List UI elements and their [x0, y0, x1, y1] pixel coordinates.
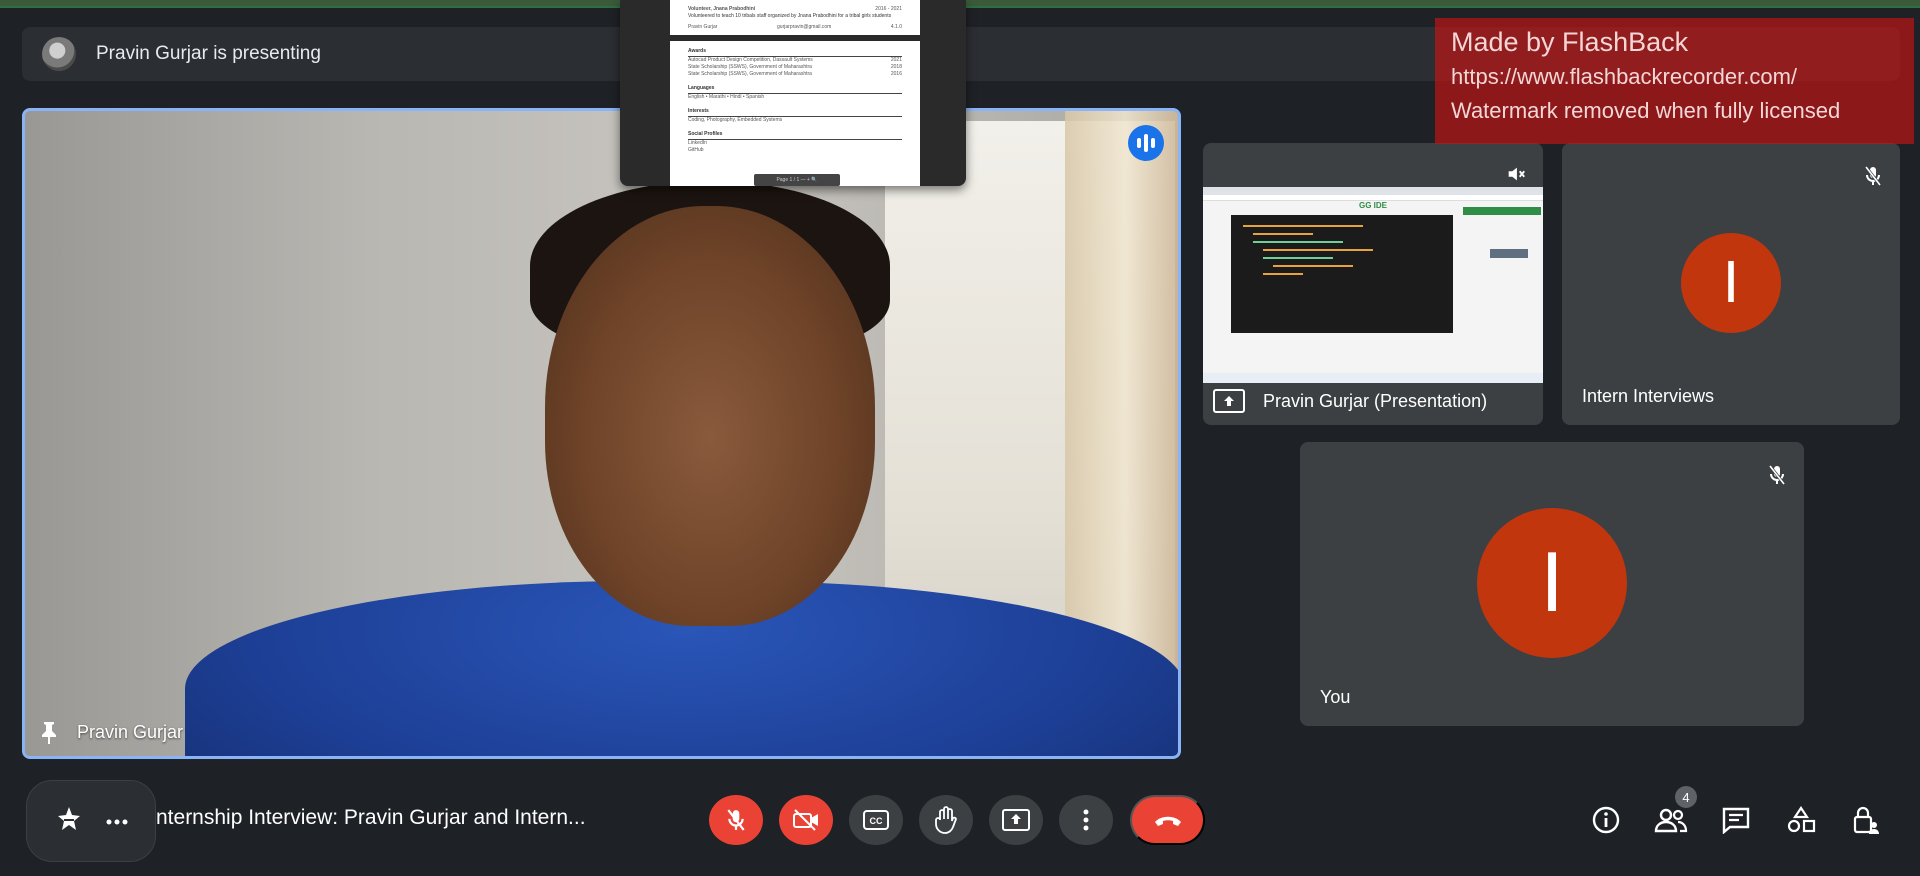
chat-button[interactable] [1716, 800, 1756, 840]
presenting-text: Pravin Gurjar is presenting [96, 43, 321, 64]
more-options-horizontal-icon[interactable] [106, 812, 128, 830]
self-tile-name: You [1320, 687, 1351, 707]
people-button[interactable]: 4 [1651, 786, 1697, 840]
mic-off-icon [1862, 165, 1884, 187]
pin-icon[interactable] [39, 720, 59, 744]
self-avatar: I [1477, 508, 1627, 658]
watermark-line-2: https://www.flashbackrecorder.com/ [1451, 64, 1798, 89]
raise-hand-icon [935, 806, 957, 834]
doc-activity-line: Volunteered to teach 10 tribals staff or… [688, 13, 892, 19]
camera-off-icon [793, 809, 818, 831]
presenter-avatar [42, 37, 76, 71]
presentation-name: Pravin Gurjar (Presentation) [1263, 390, 1488, 411]
present-now-button[interactable] [989, 795, 1043, 845]
raise-hand-button[interactable] [919, 795, 973, 845]
activities-button[interactable] [1781, 800, 1821, 840]
leave-call-button[interactable] [1130, 795, 1205, 845]
main-tile-name: Pravin Gurjar [77, 721, 184, 742]
mic-toggle-button[interactable] [709, 795, 763, 845]
recorder-watermark: Made by FlashBack https://www.flashbackr… [1435, 18, 1914, 144]
document-page: Volunteer, Jnana Prabodhini 2016 - 2021 V… [670, 0, 920, 186]
info-icon [1592, 806, 1620, 834]
doc-page-toolbar[interactable]: Page 1 / 1 — + 🔍 [754, 174, 840, 186]
doc-section-title: Social Profiles [688, 131, 902, 140]
doc-line: GitHub [688, 147, 704, 153]
effects-icon[interactable] [54, 804, 84, 839]
document-preview-popup[interactable]: Volunteer, Jnana Prabodhini 2016 - 2021 V… [620, 0, 966, 186]
host-controls-button[interactable] [1846, 800, 1886, 840]
shared-screen-button [1490, 249, 1528, 258]
doc-activity-contact: Pravin Gurjar [688, 24, 718, 30]
activities-icon [1787, 806, 1816, 833]
doc-section-title: Awards [688, 48, 902, 57]
watermark-line-3: Watermark removed when fully licensed [1451, 98, 1841, 123]
doc-line: State Scholarship (SSWS), Government of … [688, 71, 812, 77]
doc-activity-email: gurjarpravin@gmail.com [777, 24, 832, 30]
doc-activity-right: 4.1.0 [890, 24, 902, 30]
shared-screen-code-editor [1231, 215, 1453, 333]
shared-screen-tabs [1203, 187, 1543, 195]
companion-controls[interactable] [26, 780, 156, 862]
doc-line: English • Marathi • Hindi • Spanish [688, 94, 765, 100]
meeting-details-button[interactable] [1586, 800, 1626, 840]
intern-avatar: I [1681, 233, 1781, 333]
svg-text:CC: CC [870, 816, 883, 826]
presentation-tile[interactable]: GG IDE Pravin Gurjar (Presentation) [1203, 143, 1543, 425]
doc-line-right: 2021 [890, 57, 902, 63]
captions-button[interactable]: CC [849, 795, 903, 845]
meeting-title: nternship Interview: Pravin Gurjar and I… [156, 806, 586, 829]
more-vert-icon [1083, 809, 1089, 831]
doc-activity-heading: Volunteer, Jnana Prabodhini [688, 6, 756, 12]
present-screen-icon [1213, 389, 1245, 413]
shared-screen-run-bar [1463, 207, 1541, 215]
main-tile-nameplate: Pravin Gurjar [39, 720, 183, 744]
video-person-head [545, 206, 875, 626]
mic-off-icon [1766, 464, 1788, 486]
doc-line: Autocad Product Design Competition, Dass… [688, 57, 813, 63]
captions-icon: CC [863, 810, 889, 830]
intern-tile-name: Intern Interviews [1582, 386, 1715, 406]
lock-person-icon [1853, 806, 1879, 834]
doc-line: State Scholarship (SSWS), Government of … [688, 64, 812, 70]
doc-section-title: Interests [688, 108, 902, 117]
more-options-button[interactable] [1059, 795, 1113, 845]
doc-line: Coding, Photography, Embedded Systems [688, 117, 783, 123]
shared-screen-taskbar [1203, 373, 1543, 383]
doc-activity-date: 2016 - 2021 [875, 6, 902, 12]
main-video-tile[interactable]: Pravin Gurjar [22, 108, 1181, 759]
intern-interviews-tile[interactable]: I Intern Interviews [1562, 143, 1900, 425]
doc-section-title: Languages [688, 85, 902, 94]
present-screen-icon [1002, 809, 1030, 831]
audio-muted-icon [1505, 163, 1527, 185]
shared-screen-thumbnail: GG IDE [1203, 187, 1543, 383]
participants-count-badge: 4 [1675, 786, 1697, 808]
watermark-line-1: Made by FlashBack [1451, 27, 1689, 57]
self-view-tile[interactable]: I You [1300, 442, 1804, 726]
mic-off-icon [727, 809, 745, 831]
presentation-nameplate: Pravin Gurjar (Presentation) [1213, 389, 1487, 413]
doc-line-right: 2018 [890, 64, 902, 70]
doc-line: LinkedIn [688, 140, 707, 146]
doc-line-right: 2016 [890, 71, 902, 77]
chat-icon [1722, 807, 1750, 834]
hang-up-icon [1154, 816, 1181, 826]
people-icon [1654, 808, 1688, 833]
speaking-indicator-icon [1128, 125, 1164, 161]
camera-toggle-button[interactable] [779, 795, 833, 845]
shared-screen-logo: GG IDE [1359, 201, 1388, 210]
doc-page-gap [670, 35, 920, 41]
